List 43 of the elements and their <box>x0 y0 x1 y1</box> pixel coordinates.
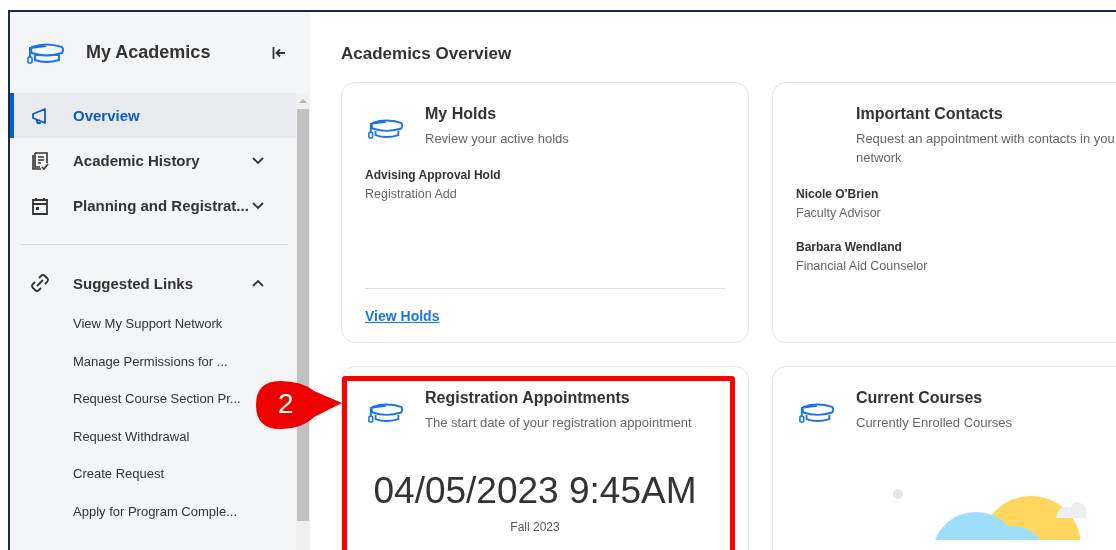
document-icon <box>30 150 50 171</box>
item-name: Nicole O'Brien <box>796 187 880 201</box>
collapse-icon[interactable] <box>272 45 286 60</box>
item-detail: Registration Add <box>365 187 458 201</box>
view-holds-link[interactable]: View Holds <box>365 307 440 324</box>
card-title: My Holds <box>425 105 498 123</box>
sidebar-title: My Academics <box>86 42 212 63</box>
callout-marker: 2 <box>254 379 344 431</box>
mortarboard-icon <box>26 40 66 65</box>
scrollbar-thumb[interactable] <box>297 109 309 521</box>
item-name: Barbara Wendland <box>796 240 903 254</box>
suggested-link[interactable]: View My Support Network <box>10 305 223 343</box>
card-title: Registration Appointments <box>425 389 631 407</box>
card-subtitle: The start date of your registration appointment <box>425 414 693 432</box>
mortarboard-icon <box>367 401 405 424</box>
term-label: Fall 2023 <box>509 520 561 534</box>
suggested-link[interactable]: Request Course Section Pr... <box>10 380 241 418</box>
mortarboard-icon <box>798 401 836 424</box>
chevron-icon <box>252 156 264 165</box>
card-subtitle: Review your active holds <box>425 130 570 148</box>
card-title: Current Courses <box>856 389 984 407</box>
suggested-link[interactable]: Create Request <box>10 455 165 493</box>
chevron-icon <box>252 279 264 287</box>
item-detail: Financial Aid Counselor <box>796 259 929 273</box>
card-subtitle: Request an appointment with contacts in you network <box>856 130 1116 167</box>
nav-item[interactable]: Planning and Registrat... <box>10 183 296 228</box>
nav-item[interactable]: Overview <box>10 93 296 138</box>
suggested-links-toggle[interactable]: Suggested Links <box>10 261 296 305</box>
card-subtitle: Currently Enrolled Courses <box>856 414 1014 432</box>
link-icon <box>30 273 50 293</box>
chevron-icon <box>252 201 264 210</box>
appointment-date: 04/05/2023 9:45AM <box>372 470 698 512</box>
item-detail: Faculty Advisor <box>796 206 882 220</box>
calendar-icon <box>30 195 50 216</box>
suggested-link[interactable]: Apply for Program Comple... <box>10 492 237 531</box>
suggested-link[interactable]: Request Withdrawal <box>10 417 190 456</box>
card-title: Important Contacts <box>856 105 1004 123</box>
suggested-link[interactable]: Manage Permissions for ... <box>10 342 228 381</box>
scrollbar[interactable] <box>296 93 310 550</box>
item-name: Advising Approval Hold <box>365 168 502 182</box>
page-title: Academics Overview <box>341 44 513 64</box>
mortarboard-icon <box>367 117 405 140</box>
nav-item[interactable]: Academic History <box>10 138 296 183</box>
